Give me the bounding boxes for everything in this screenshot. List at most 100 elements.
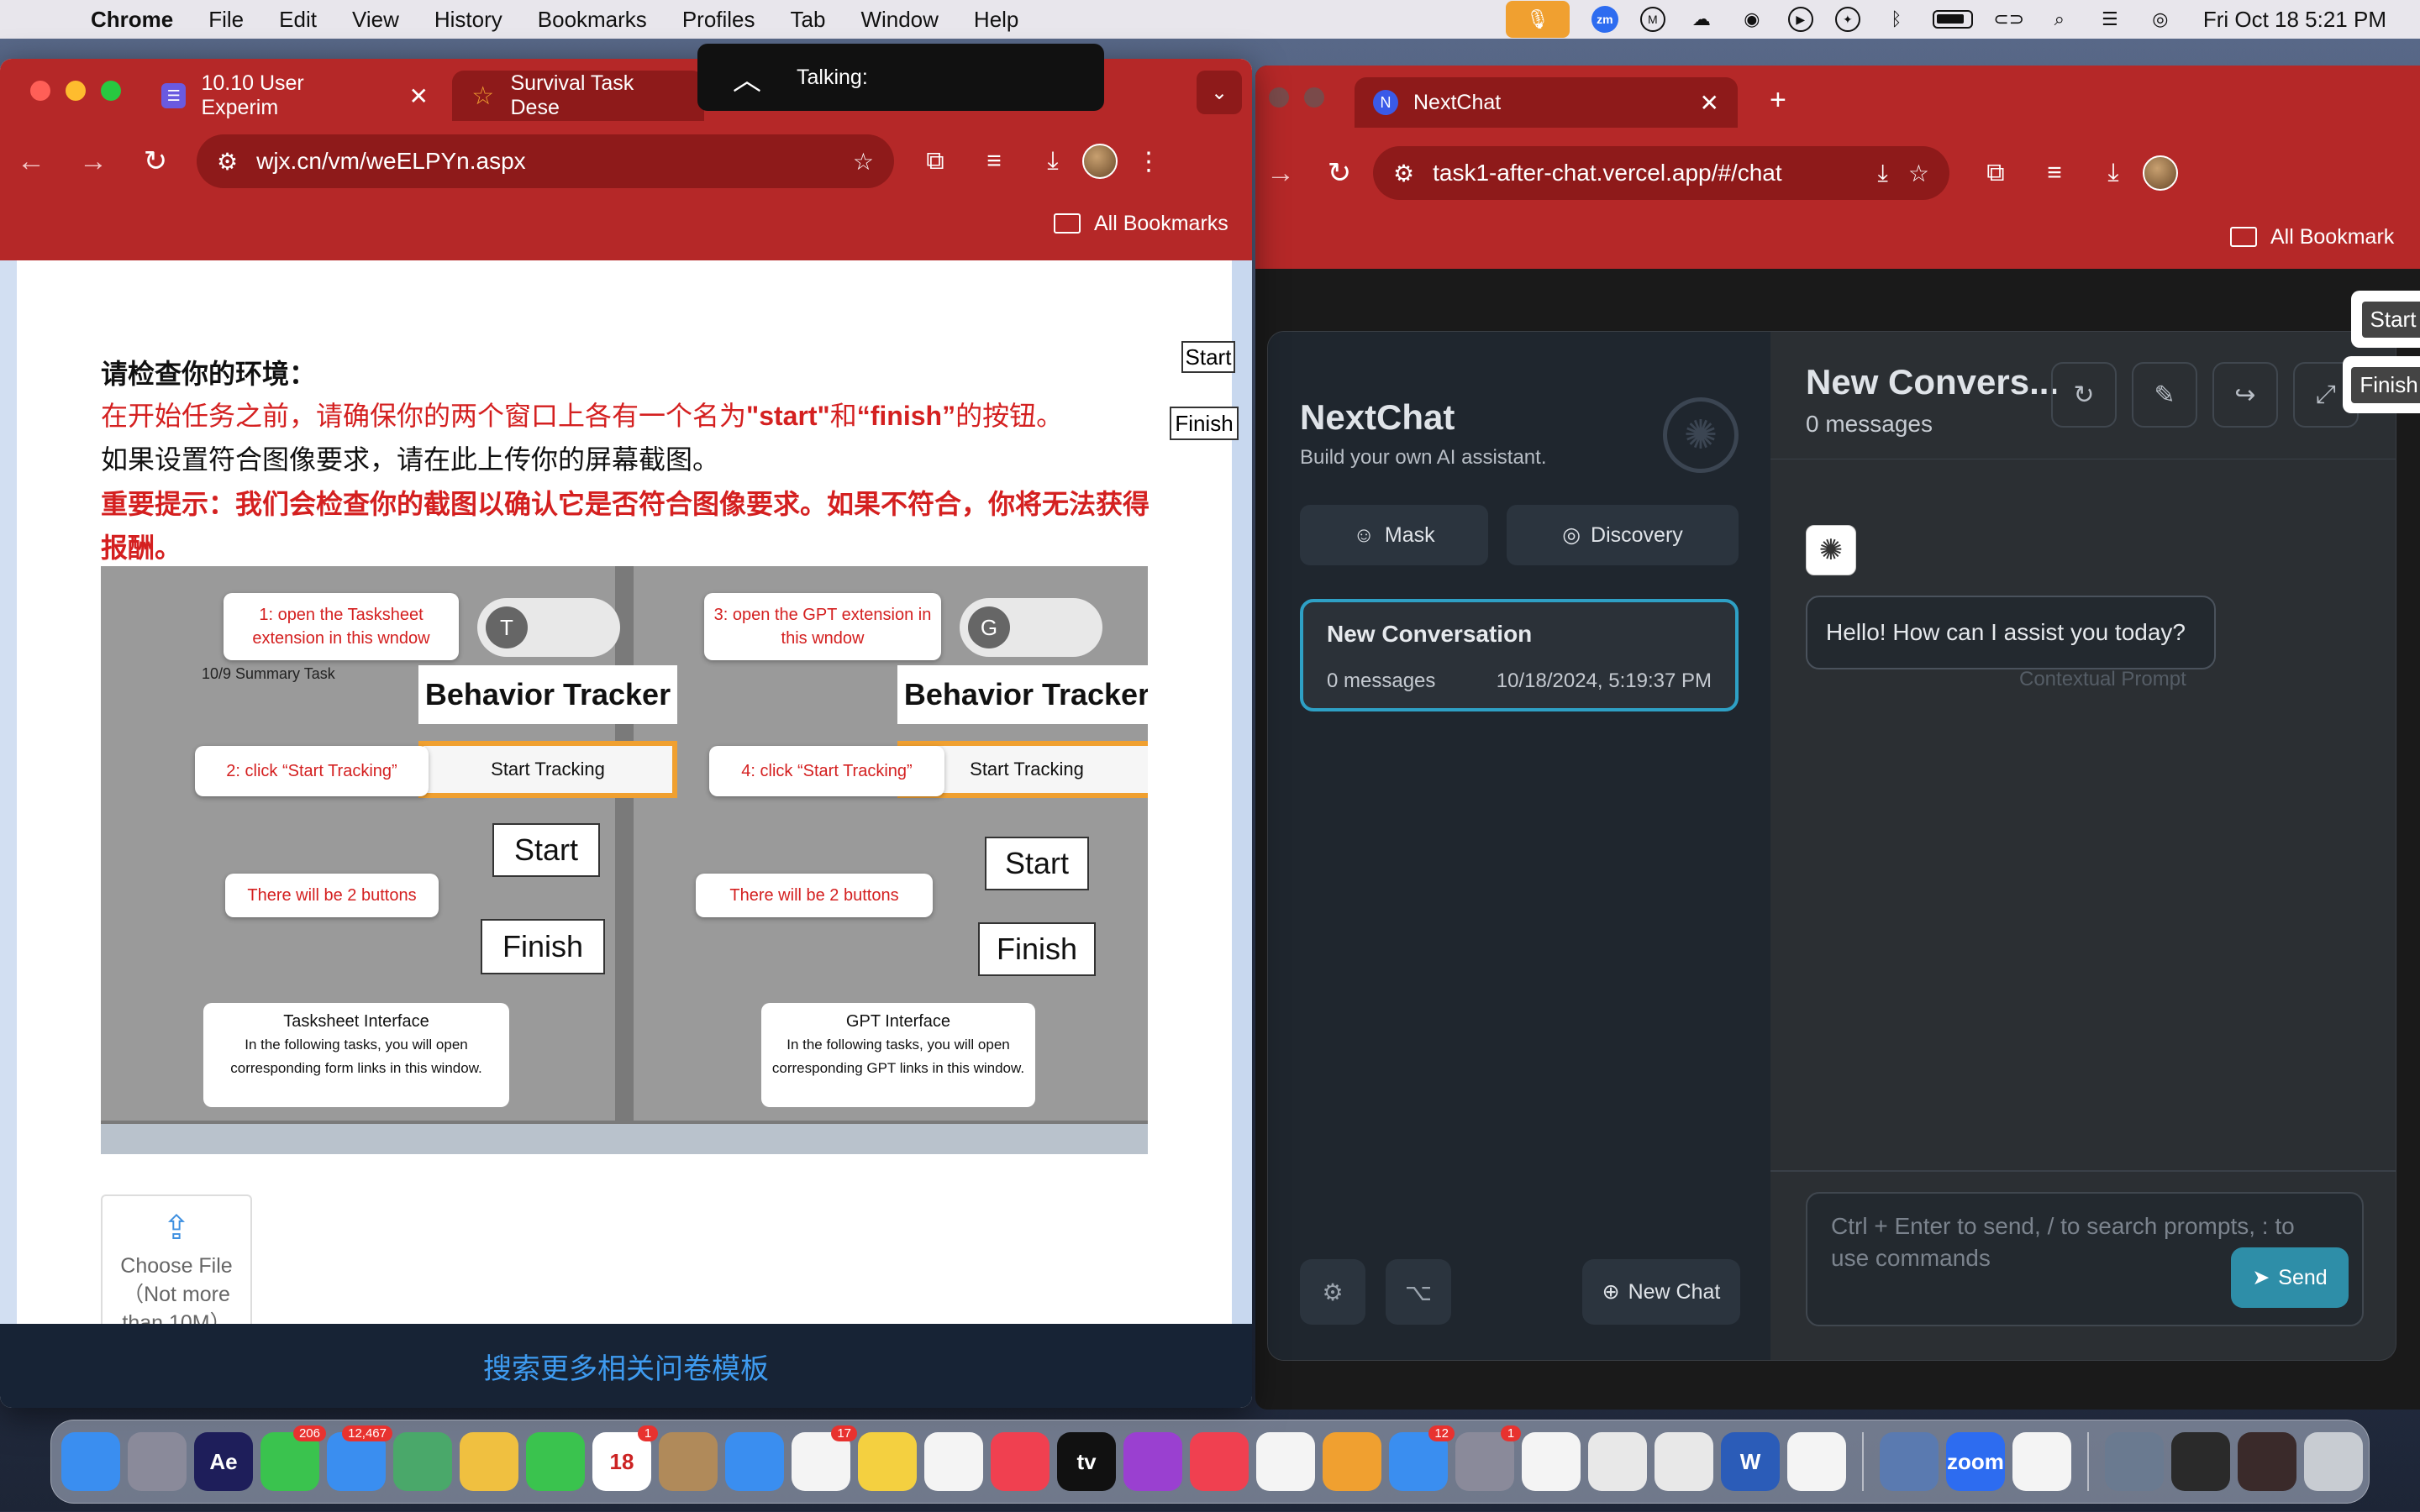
reload-icon[interactable]: ↻	[1306, 156, 1373, 190]
contacts-dock-icon[interactable]	[659, 1432, 718, 1491]
reminders-dock-icon[interactable]: 17	[792, 1425, 857, 1491]
reload-icon[interactable]: ↻	[124, 144, 187, 178]
menu-help[interactable]: Help	[974, 7, 1018, 33]
edit-icon[interactable]: ✎	[2132, 362, 2197, 428]
mirror-app-icon[interactable]: ◉	[1738, 7, 1766, 32]
chevron-up-icon[interactable]: ︿	[733, 57, 761, 98]
bookmark-star-icon[interactable]: ☆	[1908, 160, 1929, 187]
extensions-icon[interactable]: ⧉	[1966, 159, 2025, 187]
screenshot-dock-icon[interactable]	[2171, 1432, 2230, 1491]
app-store-dock-icon[interactable]: 12	[1389, 1425, 1455, 1491]
pages-dock-icon[interactable]	[1323, 1432, 1381, 1491]
tab-nextchat[interactable]: N NextChat ✕	[1355, 77, 1738, 128]
site-settings-icon[interactable]: ⚙	[1393, 160, 1414, 187]
bookmark-star-icon[interactable]: ☆	[853, 148, 874, 176]
minimize-dot-icon[interactable]	[1304, 87, 1324, 108]
close-dot-icon[interactable]	[1269, 87, 1289, 108]
menu-history[interactable]: History	[434, 7, 502, 33]
address-bar[interactable]: ⚙ wjx.cn/vm/weELPYn.aspx ☆	[197, 134, 894, 188]
float-start-button[interactable]: Start	[2351, 291, 2420, 348]
zoom-window-icon[interactable]	[101, 81, 121, 101]
chat-title[interactable]: New Convers...	[1806, 362, 2059, 402]
messages-dock-icon[interactable]: 206	[260, 1425, 326, 1491]
preview-dock-icon[interactable]	[1880, 1432, 1939, 1491]
roblox-studio-dock-icon[interactable]	[1655, 1432, 1713, 1491]
finish-button[interactable]: Finish	[1170, 407, 1239, 440]
forward-icon[interactable]: →	[1255, 157, 1306, 190]
tab-survival-task[interactable]: ☆ Survival Task Dese	[452, 71, 704, 121]
system-settings-dock-icon[interactable]: 1	[1455, 1425, 1521, 1491]
all-bookmarks-link[interactable]: All Bookmark	[2270, 225, 2394, 249]
menu-edit[interactable]: Edit	[279, 7, 317, 33]
chrome-menu-icon[interactable]: ⋮	[1118, 147, 1180, 176]
roblox-dock-icon[interactable]	[1588, 1432, 1647, 1491]
menu-app-name[interactable]: Chrome	[91, 7, 173, 33]
float-finish-button[interactable]: Finish	[2343, 356, 2420, 413]
download-icon[interactable]: ⤓	[2084, 159, 2143, 187]
microphone-icon[interactable]: 🎙	[1505, 1, 1570, 38]
install-icon[interactable]: ⤓	[1878, 160, 1888, 187]
maps-dock-icon[interactable]	[393, 1432, 452, 1491]
zoom-menu-icon[interactable]: zm	[1591, 6, 1618, 33]
address-bar[interactable]: ⚙ task1-after-chat.vercel.app/#/chat ⤓ ☆	[1373, 146, 1949, 200]
profile-avatar[interactable]	[2143, 155, 2178, 191]
chrome-dock-icon[interactable]	[2012, 1432, 2071, 1491]
creative-cloud-icon[interactable]: ☁	[1687, 7, 1716, 32]
tab-close-icon[interactable]: ✕	[1700, 89, 1719, 117]
finder-dock-icon[interactable]	[61, 1432, 120, 1491]
word-dock-icon[interactable]: W	[1721, 1432, 1780, 1491]
share-icon[interactable]: ↪	[2212, 362, 2278, 428]
keynote-dock-icon[interactable]	[1256, 1432, 1315, 1491]
mask-button[interactable]: ☺ Mask	[1300, 505, 1488, 565]
control-center-icon[interactable]: ☰	[2096, 7, 2124, 32]
new-tab-icon[interactable]: +	[1770, 84, 1786, 117]
link-icon[interactable]: ⊂⊃	[1993, 7, 2024, 32]
menu-view[interactable]: View	[352, 7, 399, 33]
accessibility-icon[interactable]: ✦	[1834, 7, 1860, 32]
conversation-item[interactable]: New Conversation 0 messages 10/18/2024, …	[1300, 599, 1739, 711]
all-bookmarks-link[interactable]: All Bookmarks	[1094, 212, 1228, 236]
start-button[interactable]: Start	[1181, 341, 1235, 373]
bluetooth-icon[interactable]: ᛒ	[1882, 7, 1911, 32]
safari-dock-icon[interactable]	[725, 1432, 784, 1491]
tab-close-icon[interactable]: ✕	[409, 82, 429, 110]
tab-search-chevron-icon[interactable]: ⌄	[1197, 71, 1242, 114]
photos-dock-icon[interactable]	[460, 1432, 518, 1491]
tv-dock-icon[interactable]: tv	[1057, 1432, 1116, 1491]
play-icon[interactable]: ▶	[1787, 7, 1813, 32]
launchpad-dock-icon[interactable]	[128, 1432, 187, 1491]
facetime-dock-icon[interactable]	[526, 1432, 585, 1491]
music-dock-icon[interactable]	[991, 1432, 1050, 1491]
send-button[interactable]: ➤ Send	[2231, 1247, 2349, 1308]
close-window-icon[interactable]	[30, 81, 50, 101]
minimize-window-icon[interactable]	[66, 81, 86, 101]
choose-file-button[interactable]: ⇪ Choose File （Not more than 10M）	[101, 1194, 252, 1346]
apple-menu-icon[interactable]	[34, 6, 59, 33]
zoom-dock-icon[interactable]: zoom	[1946, 1432, 2005, 1491]
menu-clock[interactable]: Fri Oct 18 5:21 PM	[2203, 7, 2386, 33]
search-icon[interactable]: ⌕	[2045, 7, 2074, 32]
numbers-dock-icon[interactable]	[1522, 1432, 1581, 1491]
media-icon[interactable]: ≡	[965, 147, 1023, 176]
site-settings-icon[interactable]: ⚙	[217, 148, 238, 176]
download-icon[interactable]: ⤓	[1023, 147, 1082, 176]
battery-icon[interactable]	[1932, 10, 1973, 29]
after-effects-dock-icon[interactable]: Ae	[194, 1432, 253, 1491]
menu-tab[interactable]: Tab	[791, 7, 826, 33]
menu-window[interactable]: Window	[860, 7, 938, 33]
recent-dock-icon[interactable]	[2238, 1432, 2296, 1491]
forward-icon[interactable]: →	[62, 145, 124, 178]
settings-icon[interactable]: ⚙	[1300, 1259, 1365, 1325]
downloads-dock-icon[interactable]	[2105, 1432, 2164, 1491]
freeform-dock-icon[interactable]	[924, 1432, 983, 1491]
trash-dock-icon[interactable]	[2304, 1432, 2363, 1491]
menu-profiles[interactable]: Profiles	[682, 7, 755, 33]
podcasts-dock-icon[interactable]	[1123, 1432, 1182, 1491]
new-chat-button[interactable]: ⊕ New Chat	[1582, 1259, 1740, 1325]
extensions-icon[interactable]: ⧉	[906, 147, 965, 176]
news-dock-icon[interactable]	[1190, 1432, 1249, 1491]
mail-dock-icon[interactable]: 12,467	[327, 1425, 392, 1491]
tab-user-experiment[interactable]: ☰ 10.10 User Experim ✕	[143, 71, 447, 121]
m-app-icon[interactable]: M	[1639, 7, 1665, 32]
menu-file[interactable]: File	[208, 7, 244, 33]
